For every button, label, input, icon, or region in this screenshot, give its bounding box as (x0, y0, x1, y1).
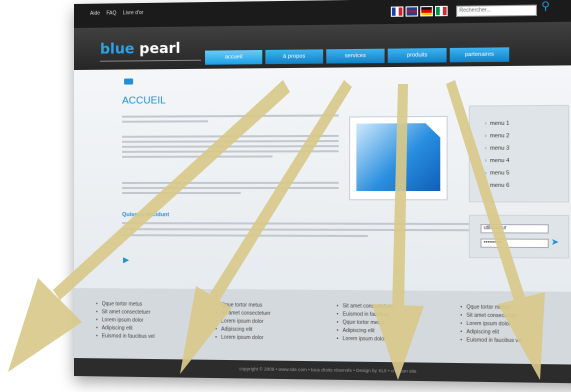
screenshot-stage: Aide FAQ Livre d'or Rechercher... ⚲ blue… (0, 0, 571, 392)
arrow-to-footer-col-2-icon (180, 80, 352, 374)
arrow-to-footer-col-3-icon (372, 84, 424, 380)
overlay-arrows (8, 80, 545, 380)
arrow-to-footer-col-1-icon (8, 80, 290, 372)
arrow-to-footer-col-4-icon (446, 80, 545, 380)
